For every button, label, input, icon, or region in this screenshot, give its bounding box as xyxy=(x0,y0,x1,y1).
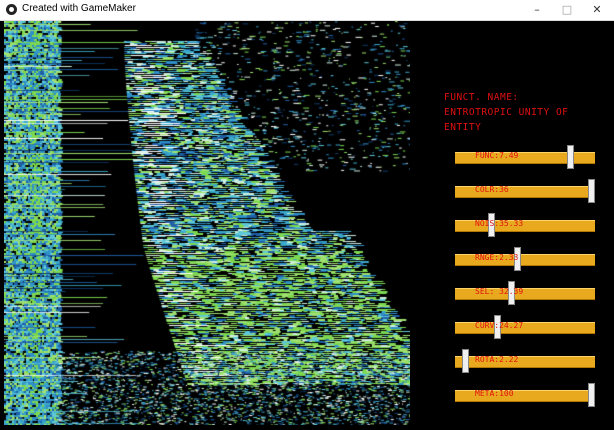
slider-label: NOIS:35.33 xyxy=(475,219,524,228)
visualization-canvas xyxy=(4,21,410,425)
function-name-line1: ENTROTROPIC UNITY OF xyxy=(444,107,569,118)
slider-func[interactable]: FUNC:7.49 xyxy=(455,145,595,169)
control-panel: FUNCT. NAME: ENTROTROPIC UNITY OF ENTITY… xyxy=(412,21,614,430)
slider-nois[interactable]: NOIS:35.33 xyxy=(455,213,595,237)
slider-label: COLR:36 xyxy=(475,185,509,194)
slider-label: RNGE:2.33 xyxy=(475,253,519,262)
slider-rota[interactable]: ROTA:2.22 xyxy=(455,349,595,373)
slider-label: FUNC:7.49 xyxy=(475,151,519,160)
slider-knob[interactable] xyxy=(462,349,469,373)
slider-label: SEL: 32.39 xyxy=(475,287,524,296)
app-window: Created with GameMaker – □ ✕ FUNCT. NAME… xyxy=(0,0,614,430)
function-name: FUNCT. NAME: ENTROTROPIC UNITY OF ENTITY xyxy=(444,90,614,135)
slider-label: META:100 xyxy=(475,389,514,398)
slider-sel[interactable]: SEL: 32.39 xyxy=(455,281,595,305)
gamemaker-icon xyxy=(6,4,17,15)
close-button[interactable]: ✕ xyxy=(582,0,612,20)
slider-label: ROTA:2.22 xyxy=(475,355,519,364)
function-name-label: FUNCT. NAME: xyxy=(444,92,519,103)
slider-colr[interactable]: COLR:36 xyxy=(455,179,595,203)
slider-knob[interactable] xyxy=(588,179,595,203)
function-name-line2: ENTITY xyxy=(444,122,482,133)
maximize-button[interactable]: □ xyxy=(552,0,582,20)
window-title: Created with GameMaker xyxy=(22,3,136,14)
slider-curv[interactable]: CURV:24.27 xyxy=(455,315,595,339)
slider-knob[interactable] xyxy=(588,383,595,407)
minimize-button[interactable]: – xyxy=(522,0,552,20)
slider-meta[interactable]: META:100 xyxy=(455,383,595,407)
title-bar[interactable]: Created with GameMaker – □ ✕ xyxy=(0,0,614,21)
slider-knob[interactable] xyxy=(567,145,574,169)
slider-rnge[interactable]: RNGE:2.33 xyxy=(455,247,595,271)
slider-label: CURV:24.27 xyxy=(475,321,524,330)
